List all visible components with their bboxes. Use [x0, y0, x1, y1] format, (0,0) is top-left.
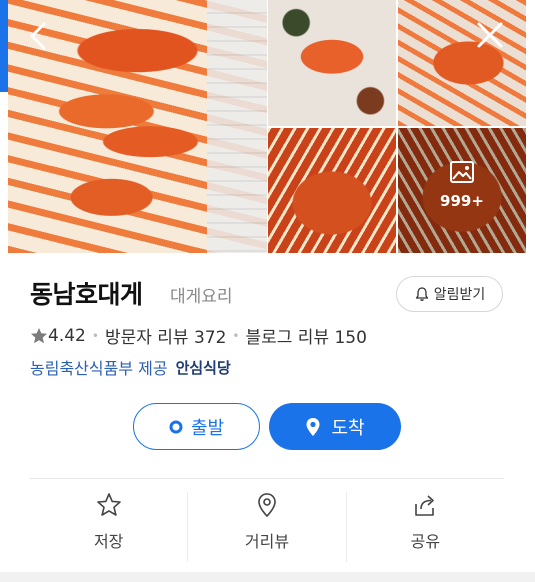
alert-button[interactable]: 알림받기 [396, 276, 503, 312]
streetview-button[interactable]: 거리뷰 [188, 492, 347, 562]
more-photos-count: 999+ [440, 192, 484, 210]
action-bar: 저장 거리뷰 공유 [30, 492, 504, 562]
bell-icon [415, 287, 428, 301]
more-photos-button[interactable]: 999+ [398, 160, 526, 210]
divider [30, 478, 504, 479]
depart-button[interactable]: 출발 [133, 403, 260, 450]
place-category: 대게요리 [170, 287, 233, 307]
arrive-button[interactable]: 도착 [269, 403, 401, 450]
alert-button-label: 알림받기 [433, 287, 486, 303]
place-name: 동남호대게 [30, 280, 143, 309]
bottom-edge [0, 572, 535, 582]
provider-text: 농림축산식품부 제공 [30, 359, 168, 378]
origin-dot-icon [169, 420, 183, 433]
depart-button-label: 출발 [190, 417, 225, 439]
photo-thumbnail-3[interactable] [268, 128, 396, 253]
star-icon [31, 327, 47, 343]
arrive-button-label: 도착 [331, 417, 365, 439]
visitor-reviews-link[interactable]: 방문자 리뷰 372 [105, 323, 226, 348]
provider-info: 농림축산식품부 제공 안심식당 [30, 355, 231, 379]
save-button[interactable]: 저장 [30, 492, 189, 562]
photo-icon [450, 161, 474, 183]
save-button-label: 저장 [93, 532, 124, 551]
share-button-label: 공유 [410, 532, 441, 551]
star-icon [96, 493, 121, 516]
back-button[interactable] [24, 18, 54, 54]
place-detail-panel: 999+ 동남호대게 대게요리 알림받기 4.42 • 방문자 리뷰 372 •… [0, 0, 535, 582]
separator-dot: • [91, 328, 99, 343]
share-button[interactable]: 공유 [347, 492, 504, 562]
close-icon [477, 22, 503, 48]
accent-bar [0, 0, 8, 92]
place-stats: 4.42 • 방문자 리뷰 372 • 블로그 리뷰 150 [30, 323, 367, 348]
safe-restaurant-badge: 안심식당 [175, 358, 231, 377]
separator-dot: • [232, 328, 240, 343]
streetview-button-label: 거리뷰 [244, 532, 290, 551]
chevron-left-icon [30, 22, 46, 50]
photo-thumbnail-1[interactable] [268, 0, 396, 126]
blog-reviews-link[interactable]: 블로그 리뷰 150 [245, 323, 366, 348]
destination-pin-icon [306, 417, 320, 436]
map-pin-icon [258, 493, 276, 518]
close-button[interactable] [473, 18, 507, 52]
rating-value: 4.42 [48, 325, 86, 346]
share-icon [415, 495, 435, 516]
